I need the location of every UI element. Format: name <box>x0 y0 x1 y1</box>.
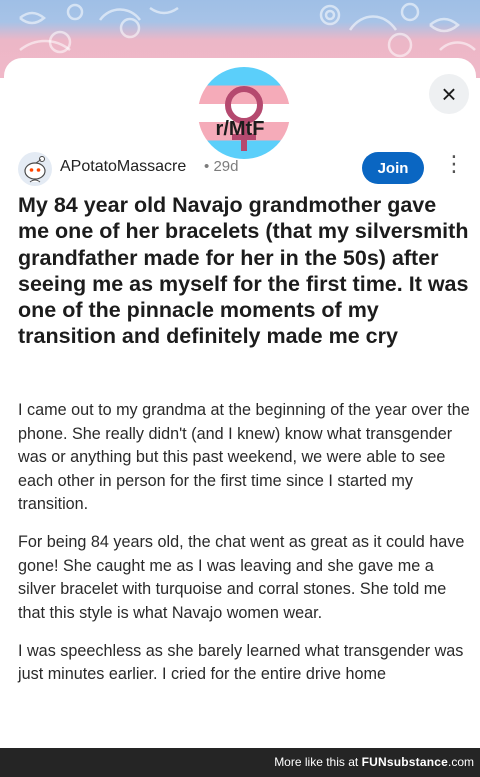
post-title: My 84 year old Navajo grandmother gave m… <box>18 193 469 349</box>
snoo-avatar-icon <box>24 156 46 183</box>
join-button[interactable]: Join <box>362 152 424 184</box>
close-button[interactable]: × <box>429 74 469 114</box>
post-paragraph-1: I came out to my grandma at the beginnin… <box>18 401 470 513</box>
post-meta: • 29d <box>204 158 238 175</box>
post-author[interactable]: APotatoMassacre <box>60 158 186 176</box>
watermark-suffix: .com <box>447 755 474 769</box>
watermark-text: More like this at FUNsubstance.com <box>274 755 474 769</box>
user-avatar[interactable] <box>18 152 52 186</box>
female-symbol-icon <box>225 86 263 151</box>
subreddit-name[interactable]: r/MtF <box>4 118 476 141</box>
post-paragraph-2: For being 84 years old, the chat went as… <box>18 533 465 622</box>
more-options-icon[interactable]: ⋮ <box>442 153 466 182</box>
subreddit-avatar-frame <box>193 62 295 164</box>
post-age: 29d <box>213 158 239 175</box>
close-icon: × <box>441 79 457 109</box>
watermark-footer: More like this at FUNsubstance.com <box>0 748 480 777</box>
post-card: × r/MtF APotatoMassacre • 29d Join ⋮ My … <box>4 58 476 748</box>
post-header: APotatoMassacre • 29d Join ⋮ <box>18 152 468 188</box>
meta-separator: • <box>204 158 210 175</box>
watermark-prefix: More like this at <box>274 755 362 769</box>
post-body: I came out to my grandma at the beginnin… <box>18 399 473 701</box>
post-paragraph-3: I was speechless as she barely learned w… <box>18 641 464 684</box>
watermark-brand: FUNsubstance <box>361 755 448 769</box>
subreddit-avatar[interactable] <box>198 67 290 159</box>
